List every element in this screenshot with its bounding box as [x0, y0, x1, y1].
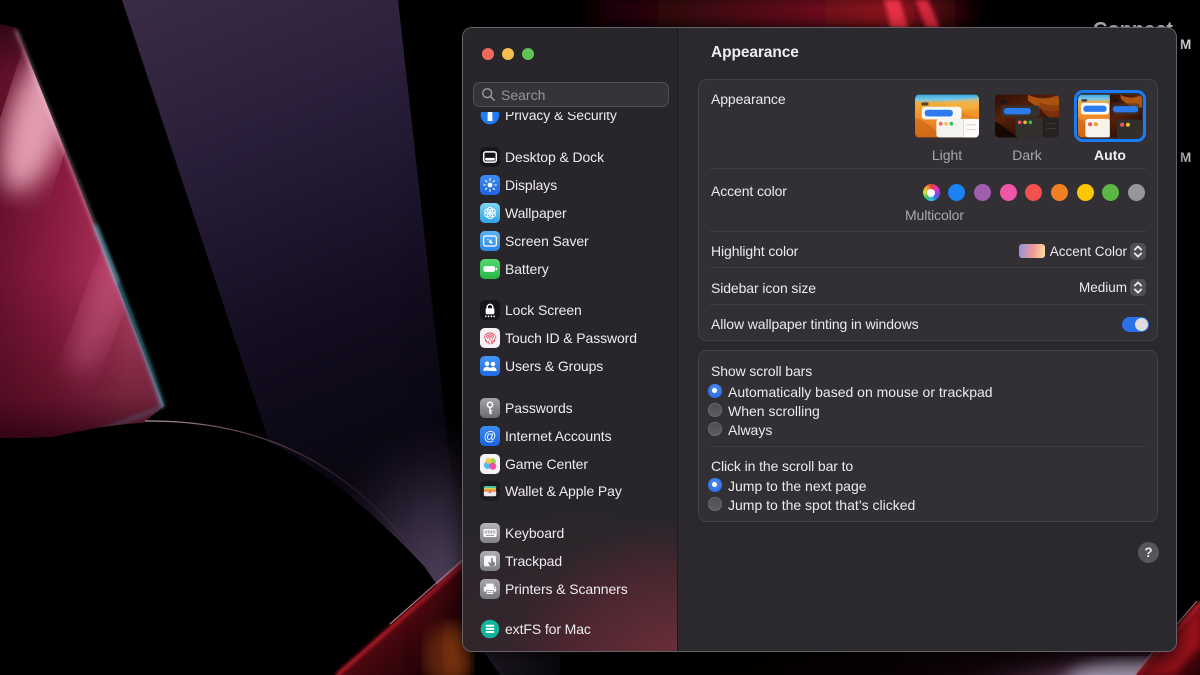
svg-text:@: @: [484, 429, 497, 443]
